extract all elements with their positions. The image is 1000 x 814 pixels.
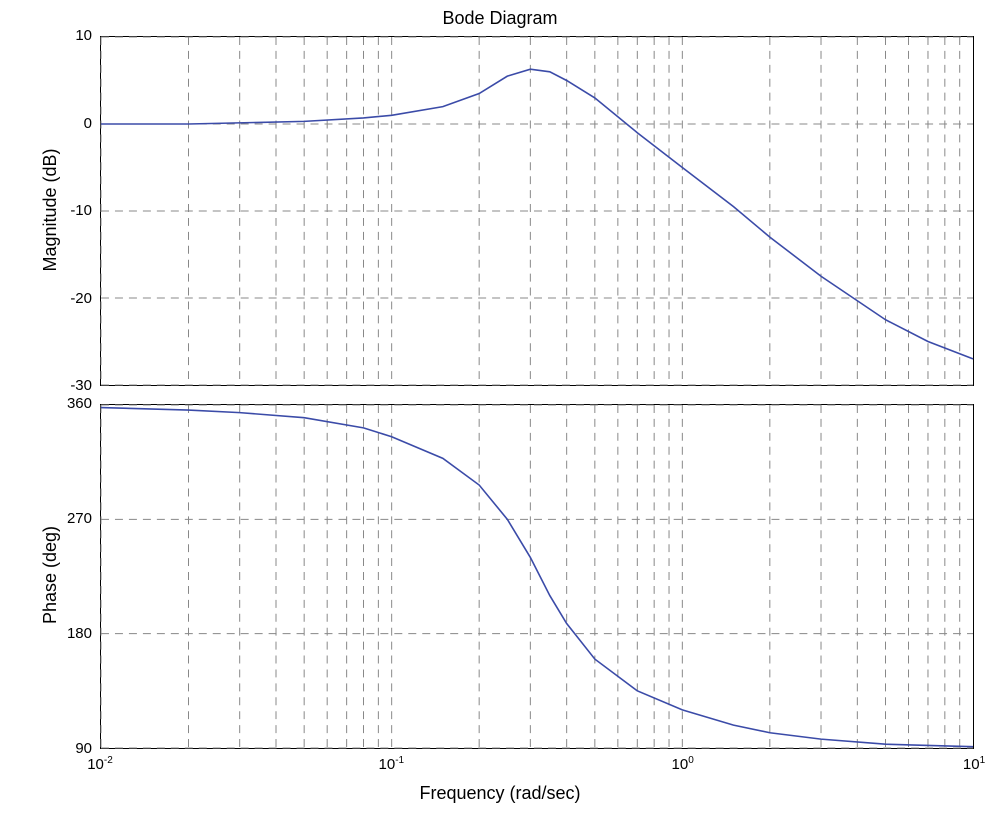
phase-plot (100, 404, 974, 749)
phase-ytick-label: 360 (52, 395, 92, 412)
magnitude-ytick-label: 10 (52, 27, 92, 44)
x-tick-label: 100 (672, 755, 694, 773)
x-tick-label: 10-1 (379, 755, 405, 773)
phase-ytick-label: 90 (52, 740, 92, 757)
magnitude-ytick-label: -10 (52, 202, 92, 219)
x-tick-label: 10-2 (87, 755, 113, 773)
x-axis-label: Frequency (rad/sec) (0, 783, 1000, 804)
bode-diagram-container: Bode Diagram Magnitude (dB) -30-20-10010… (0, 0, 1000, 814)
magnitude-ytick-label: -20 (52, 290, 92, 307)
phase-ytick-label: 270 (52, 510, 92, 527)
magnitude-ytick-label: -30 (52, 377, 92, 394)
phase-ytick-label: 180 (52, 625, 92, 642)
phase-ylabel: Phase (deg) (40, 475, 60, 675)
magnitude-ytick-label: 0 (52, 115, 92, 132)
magnitude-plot (100, 36, 974, 386)
x-tick-label: 101 (963, 755, 985, 773)
chart-title: Bode Diagram (0, 8, 1000, 29)
